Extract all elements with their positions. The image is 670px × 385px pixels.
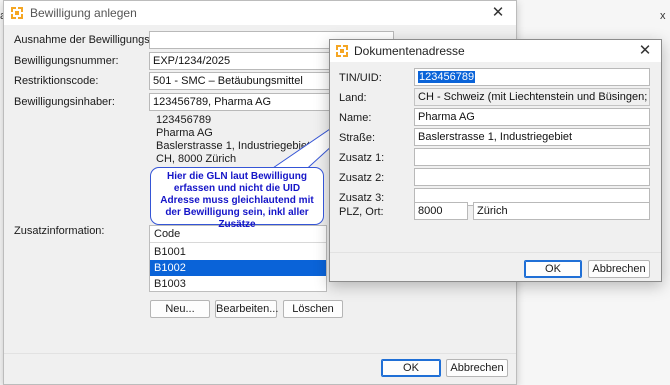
- dialog-title: Bewilligung anlegen: [30, 6, 137, 20]
- ort-field[interactable]: Zürich: [473, 202, 650, 220]
- ok-button[interactable]: OK: [524, 260, 582, 278]
- abbrechen-button[interactable]: Abbrechen: [588, 260, 650, 278]
- loeschen-button[interactable]: Löschen: [283, 300, 343, 318]
- plz-field[interactable]: 8000: [414, 202, 468, 220]
- title-bar: Bewilligung anlegen ✕: [4, 1, 516, 25]
- tin-field[interactable]: 123456789: [414, 68, 650, 86]
- inhaber-label: Bewilligungsinhaber:: [14, 96, 115, 108]
- tin-value: 123456789: [418, 71, 476, 83]
- name-field[interactable]: Pharma AG: [414, 108, 650, 126]
- nummer-field[interactable]: EXP/1234/2025: [149, 52, 334, 70]
- strasse-label: Straße:: [339, 132, 376, 144]
- close-icon[interactable]: ✕: [486, 3, 510, 23]
- close-icon[interactable]: ✕: [633, 41, 657, 61]
- land-select[interactable]: CH - Schweiz (mit Liechtenstein und Büsi…: [414, 88, 650, 106]
- list-item-selected[interactable]: B1002: [150, 260, 326, 276]
- address-line: Baslerstrasse 1, Industriegebiet: [156, 140, 311, 152]
- address-line: 123456789: [156, 114, 212, 126]
- dokumentenadresse-dialog: Dokumentenadresse ✕ TIN/UID: 123456789 L…: [329, 39, 662, 282]
- restriktion-label: Restriktionscode:: [14, 75, 99, 87]
- land-label: Land:: [339, 92, 367, 104]
- zusatz2-label: Zusatz 2:: [339, 172, 385, 184]
- bearbeiten-button[interactable]: Bearbeiten...: [215, 300, 278, 318]
- restriktion-field[interactable]: 501 - SMC – Betäubungsmittel: [149, 72, 334, 90]
- plz-ort-label: PLZ, Ort:: [339, 206, 384, 218]
- zusatz1-field[interactable]: [414, 148, 650, 166]
- nummer-label: Bewilligungsnummer:: [14, 55, 119, 67]
- tin-label: TIN/UID:: [339, 72, 382, 84]
- title-bar: Dokumentenadresse ✕: [330, 40, 661, 62]
- strasse-field[interactable]: Baslerstrasse 1, Industriegebiet: [414, 128, 650, 146]
- background-right-text: x: [660, 10, 666, 22]
- zusatz-list[interactable]: Code B1001 B1002 B1003: [149, 225, 327, 292]
- address-line: CH, 8000 Zürich: [156, 153, 237, 165]
- zusatz3-label: Zusatz 3:: [339, 192, 385, 204]
- app-logo-icon: [335, 44, 349, 58]
- app-logo-icon: [10, 6, 24, 20]
- ok-button[interactable]: OK: [381, 359, 441, 377]
- address-line: Pharma AG: [156, 127, 213, 139]
- list-item[interactable]: B1003: [150, 276, 326, 291]
- abbrechen-button[interactable]: Abbrechen: [446, 359, 508, 377]
- inhaber-field[interactable]: 123456789, Pharma AG: [149, 93, 334, 111]
- dialog-title: Dokumentenadresse: [354, 44, 465, 58]
- zusatz1-label: Zusatz 1:: [339, 152, 385, 164]
- list-item[interactable]: B1001: [150, 244, 326, 260]
- name-label: Name:: [339, 112, 372, 124]
- zusatz2-field[interactable]: [414, 168, 650, 186]
- inhaber-address: 123456789 Pharma AG Baslerstrasse 1, Ind…: [156, 114, 310, 166]
- neu-button[interactable]: Neu...: [150, 300, 210, 318]
- annotation-callout: Hier die GLN laut Bewilligung erfassen u…: [150, 167, 324, 230]
- zusatz-label: Zusatzinformation:: [14, 225, 105, 237]
